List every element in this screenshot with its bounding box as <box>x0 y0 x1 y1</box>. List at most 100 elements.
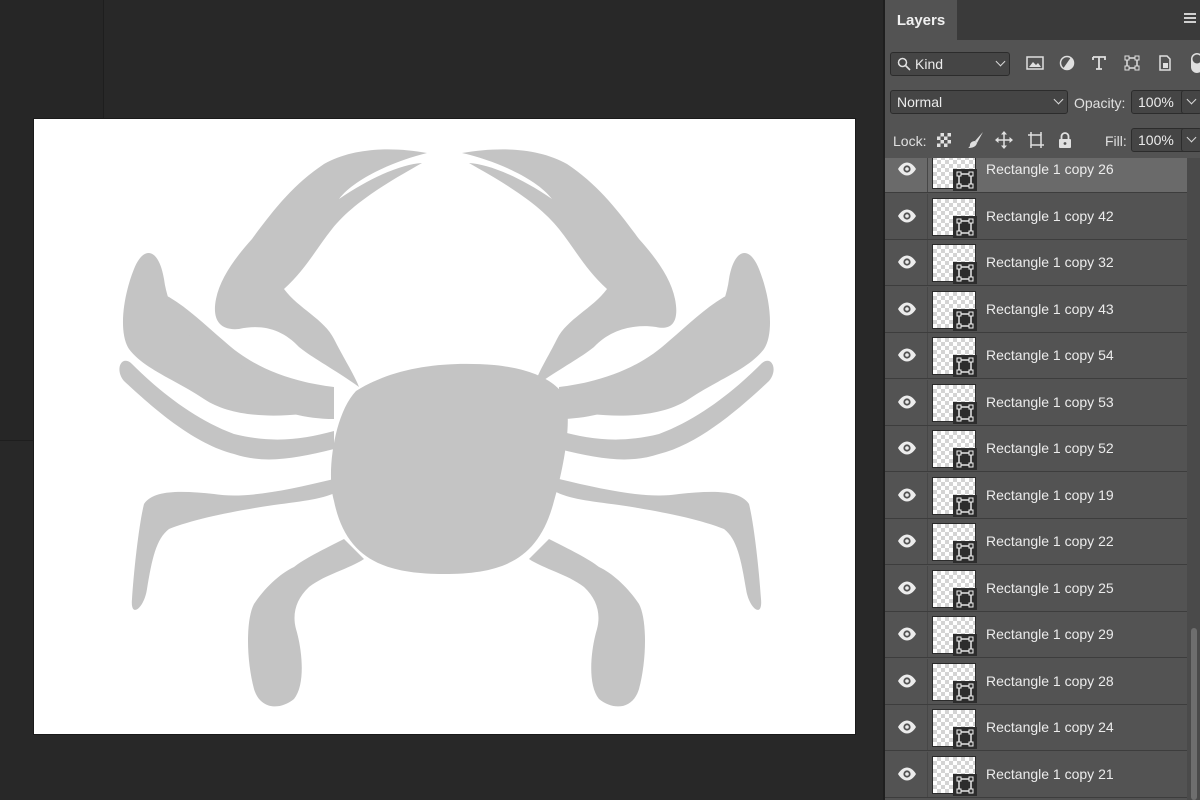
shape-layer-badge-icon <box>953 494 977 517</box>
lock-image-pixels-icon[interactable] <box>965 129 987 151</box>
layer-name: Rectangle 1 copy 19 <box>986 486 1114 503</box>
layer-name: Rectangle 1 copy 22 <box>986 533 1114 549</box>
visibility-eye-icon[interactable] <box>897 487 917 503</box>
blend-mode-select[interactable]: Normal <box>890 90 1068 114</box>
row-divider <box>927 472 928 518</box>
filter-kind-value: Kind <box>915 56 944 72</box>
layer-name: Rectangle 1 copy 28 <box>986 672 1114 689</box>
row-divider <box>927 658 928 704</box>
visibility-eye-icon[interactable] <box>897 208 917 224</box>
lock-artboard-icon[interactable] <box>1025 129 1047 151</box>
smart-object-filter-icon[interactable] <box>1154 52 1176 74</box>
layer-row[interactable]: Rectangle 1 copy 29 <box>885 612 1187 658</box>
layer-row[interactable]: Rectangle 1 copy 43 <box>885 286 1187 333</box>
layer-row[interactable]: Rectangle 1 copy 19 <box>885 472 1187 519</box>
opacity-value: 100% <box>1138 94 1174 110</box>
layer-row[interactable]: Rectangle 1 copy 32 <box>885 240 1187 286</box>
layers-panel: Layers Kind Normal Opacity: 100% Lock: F… <box>883 0 1200 800</box>
row-divider <box>927 240 928 285</box>
layer-row[interactable]: Rectangle 1 copy 25 <box>885 565 1187 612</box>
search-icon <box>897 57 911 71</box>
filter-toggle-icon[interactable] <box>1185 52 1200 74</box>
type-filter-icon[interactable] <box>1088 52 1110 74</box>
row-divider <box>927 751 928 797</box>
layers-scrollbar-thumb[interactable] <box>1191 628 1197 800</box>
layer-name: Rectangle 1 copy 29 <box>986 626 1114 642</box>
layer-row[interactable]: Rectangle 1 copy 54 <box>885 333 1187 379</box>
visibility-eye-icon[interactable] <box>897 626 917 642</box>
layer-row[interactable]: Rectangle 1 copy 52 <box>885 426 1187 472</box>
shape-layer-badge-icon <box>953 727 977 749</box>
shape-layer-badge-icon <box>953 541 977 563</box>
tab-layers[interactable]: Layers <box>885 0 957 40</box>
visibility-eye-icon[interactable] <box>897 533 917 549</box>
row-divider <box>927 519 928 564</box>
layer-row[interactable]: Rectangle 1 copy 28 <box>885 658 1187 705</box>
opacity-label: Opacity: <box>1074 95 1126 111</box>
layer-row[interactable]: Rectangle 1 copy 53 <box>885 379 1187 426</box>
visibility-eye-icon[interactable] <box>897 254 917 270</box>
layer-name: Rectangle 1 copy 42 <box>986 207 1114 224</box>
shape-layer-badge-icon <box>953 448 977 470</box>
fill-dropdown[interactable] <box>1181 128 1200 152</box>
layer-name: Rectangle 1 copy 32 <box>986 254 1114 270</box>
layers-scrollbar[interactable] <box>1187 158 1200 800</box>
shape-layer-badge-icon <box>953 215 977 238</box>
layer-name: Rectangle 1 copy 54 <box>986 347 1114 363</box>
visibility-eye-icon[interactable] <box>897 580 917 596</box>
row-divider <box>927 705 928 750</box>
layer-name: Rectangle 1 copy 53 <box>986 393 1114 410</box>
document-workspace[interactable] <box>0 0 883 800</box>
layer-row[interactable]: Rectangle 1 copy 22 <box>885 519 1187 565</box>
visibility-eye-icon[interactable] <box>897 719 917 735</box>
layer-row[interactable]: Rectangle 1 copy 42 <box>885 193 1187 240</box>
layer-name: Rectangle 1 copy 26 <box>986 161 1114 177</box>
fill-field[interactable]: 100% <box>1131 128 1187 152</box>
visibility-eye-icon[interactable] <box>897 440 917 456</box>
visibility-eye-icon[interactable] <box>897 161 917 177</box>
lock-all-icon[interactable] <box>1054 129 1076 151</box>
lock-transparent-pixels-icon[interactable] <box>933 129 955 151</box>
panel-tab-bar: Layers <box>885 0 1200 40</box>
lock-label: Lock: <box>893 133 927 149</box>
layer-name: Rectangle 1 copy 24 <box>986 719 1114 735</box>
shape-filter-icon[interactable] <box>1121 52 1143 74</box>
layer-name: Rectangle 1 copy 25 <box>986 579 1114 596</box>
row-divider <box>927 612 928 657</box>
shape-layer-badge-icon <box>953 401 977 424</box>
layers-list[interactable]: Rectangle 1 copy 26 Rectangle 1 copy 42 Re… <box>885 158 1187 800</box>
crab-silhouette[interactable] <box>34 119 855 734</box>
adjustment-filter-icon[interactable] <box>1056 52 1078 74</box>
shape-layer-badge-icon <box>953 169 977 191</box>
visibility-eye-icon[interactable] <box>897 394 917 410</box>
layer-name: Rectangle 1 copy 52 <box>986 440 1114 456</box>
row-divider <box>927 565 928 611</box>
blend-mode-value: Normal <box>897 94 943 110</box>
image-filter-icon[interactable] <box>1024 52 1046 74</box>
shape-layer-badge-icon <box>953 308 977 331</box>
shape-layer-badge-icon <box>953 355 977 377</box>
panel-menu-icon[interactable] <box>1184 13 1196 25</box>
layer-name: Rectangle 1 copy 21 <box>986 765 1114 782</box>
filter-kind-select[interactable]: Kind <box>890 52 1010 76</box>
opacity-dropdown[interactable] <box>1181 90 1200 114</box>
row-divider <box>927 379 928 425</box>
layer-row[interactable]: Rectangle 1 copy 21 <box>885 751 1187 798</box>
fill-label: Fill: <box>1105 133 1127 149</box>
crab-shape-group <box>119 149 774 707</box>
visibility-eye-icon[interactable] <box>897 673 917 689</box>
row-divider <box>927 426 928 471</box>
row-divider <box>927 158 928 192</box>
document-canvas[interactable] <box>34 119 855 734</box>
shape-layer-badge-icon <box>953 773 977 796</box>
row-divider <box>927 286 928 332</box>
fill-value: 100% <box>1138 132 1174 148</box>
shape-layer-badge-icon <box>953 680 977 703</box>
layer-row[interactable]: Rectangle 1 copy 26 <box>885 158 1187 193</box>
lock-position-icon[interactable] <box>993 129 1015 151</box>
layer-row[interactable]: Rectangle 1 copy 24 <box>885 705 1187 751</box>
visibility-eye-icon[interactable] <box>897 301 917 317</box>
visibility-eye-icon[interactable] <box>897 347 917 363</box>
opacity-field[interactable]: 100% <box>1131 90 1187 114</box>
visibility-eye-icon[interactable] <box>897 766 917 782</box>
